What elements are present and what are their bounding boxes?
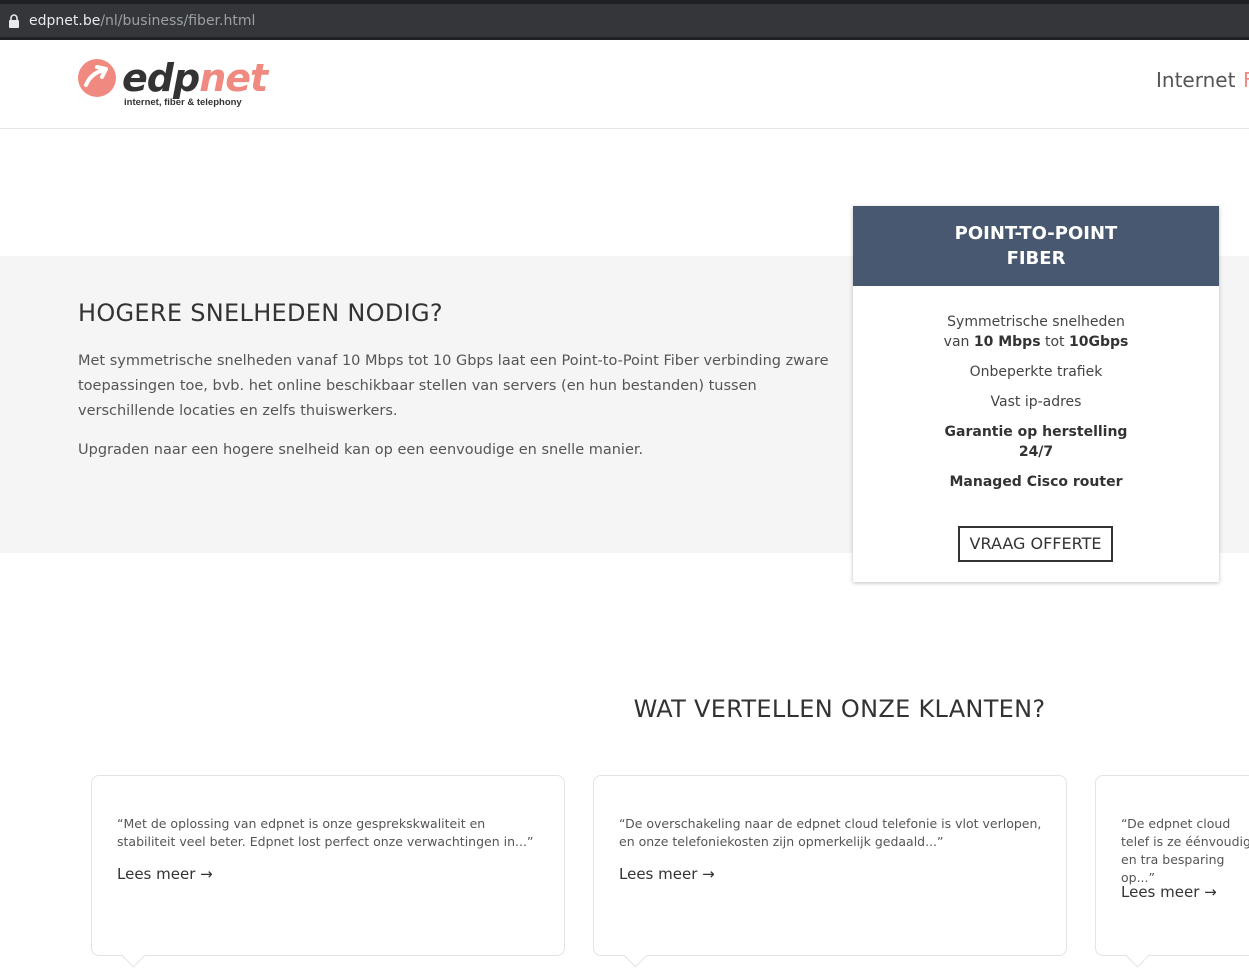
speech-pointer: [1125, 943, 1150, 968]
testimonial-card: “Met de oplossing van edpnet is onze ges…: [91, 775, 565, 968]
testimonial-card: “De edpnet cloud telef is ze éénvoudig e…: [1095, 775, 1249, 968]
speech-pointer: [623, 943, 648, 968]
read-more-link[interactable]: Lees meer →: [117, 865, 213, 883]
testimonial-quote: “Met de oplossing van edpnet is onze ges…: [117, 816, 534, 849]
testimonial-card: “De overschakeling naar de edpnet cloud …: [593, 775, 1067, 968]
testimonial-quote: “De overschakeling naar de edpnet cloud …: [619, 816, 1042, 849]
testimonials-carousel: “Met de oplossing van edpnet is onze ges…: [0, 0, 1249, 969]
read-more-link[interactable]: Lees meer →: [619, 865, 715, 883]
read-more-link[interactable]: Lees meer →: [1121, 883, 1217, 901]
speech-pointer: [121, 943, 146, 968]
testimonial-quote: “De edpnet cloud telef is ze éénvoudig e…: [1121, 816, 1249, 885]
